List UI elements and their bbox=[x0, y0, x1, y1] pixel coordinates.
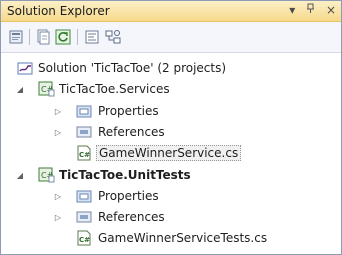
references-label: References bbox=[98, 125, 165, 139]
class-diagram-icon[interactable] bbox=[104, 28, 122, 46]
pin-icon[interactable] bbox=[306, 3, 315, 17]
svg-text:C#: C# bbox=[79, 151, 90, 159]
references-icon bbox=[76, 124, 93, 140]
cs-file-label: GameWinnerService.cs bbox=[96, 145, 242, 161]
references-label: References bbox=[98, 210, 165, 224]
toolbar-separator bbox=[29, 29, 30, 45]
project-label: TicTacToe.Services bbox=[59, 82, 170, 96]
tree-item-references[interactable]: ▷ References bbox=[1, 122, 341, 142]
titlebar-buttons: ▾ × bbox=[282, 3, 336, 17]
collapsed-arrow-icon[interactable]: ▷ bbox=[53, 106, 63, 116]
svg-text:C#: C# bbox=[79, 236, 90, 244]
show-all-files-icon[interactable] bbox=[34, 28, 52, 46]
expanded-arrow-icon[interactable]: ◢ bbox=[15, 84, 25, 94]
dropdown-icon[interactable]: ▾ bbox=[289, 3, 295, 17]
tree-item-properties[interactable]: ▷ Properties bbox=[1, 101, 341, 121]
properties-label: Properties bbox=[98, 104, 159, 118]
properties-folder-icon bbox=[76, 188, 93, 204]
solution-label: Solution 'TicTacToe' (2 projects) bbox=[38, 61, 227, 75]
references-icon bbox=[76, 209, 93, 225]
tree-item-solution[interactable]: Solution 'TicTacToe' (2 projects) bbox=[1, 58, 341, 78]
toolbar bbox=[1, 22, 341, 53]
collapsed-arrow-icon[interactable]: ▷ bbox=[53, 127, 63, 137]
collapsed-arrow-icon[interactable]: ▷ bbox=[53, 191, 63, 201]
properties-icon[interactable] bbox=[7, 28, 25, 46]
collapsed-arrow-icon[interactable]: ▷ bbox=[53, 212, 63, 222]
toolbar-separator bbox=[77, 29, 78, 45]
cs-file-label: GameWinnerServiceTests.cs bbox=[98, 231, 268, 245]
panel-titlebar: Solution Explorer ▾ × bbox=[1, 1, 341, 22]
csharp-file-icon: C# bbox=[76, 230, 93, 246]
solution-icon bbox=[17, 60, 34, 76]
expanded-arrow-icon[interactable]: ◢ bbox=[15, 170, 25, 180]
properties-folder-icon bbox=[76, 103, 93, 119]
project-label: TicTacToe.UnitTests bbox=[59, 168, 191, 182]
solution-explorer-panel: Solution Explorer ▾ × Solution 'TicTacTo… bbox=[0, 0, 342, 255]
csharp-project-icon: C# bbox=[38, 81, 55, 97]
tree-item-cs-file[interactable]: C# GameWinnerService.cs bbox=[1, 143, 341, 163]
view-code-icon[interactable] bbox=[83, 28, 101, 46]
tree-item-cs-file[interactable]: C# GameWinnerServiceTests.cs bbox=[1, 228, 341, 248]
tree-item-references[interactable]: ▷ References bbox=[1, 207, 341, 227]
panel-title: Solution Explorer bbox=[7, 4, 110, 18]
tree-item-project[interactable]: ◢ C# TicTacToe.Services bbox=[1, 79, 341, 99]
tree-item-project[interactable]: ◢ C# TicTacToe.UnitTests bbox=[1, 165, 341, 185]
properties-label: Properties bbox=[98, 189, 159, 203]
close-icon[interactable]: × bbox=[326, 3, 336, 17]
solution-tree: Solution 'TicTacToe' (2 projects) ◢ C# T… bbox=[1, 53, 341, 253]
csharp-file-icon: C# bbox=[76, 145, 93, 161]
refresh-icon[interactable] bbox=[54, 28, 72, 46]
csharp-test-project-icon: C# bbox=[38, 167, 55, 183]
tree-item-properties[interactable]: ▷ Properties bbox=[1, 186, 341, 206]
